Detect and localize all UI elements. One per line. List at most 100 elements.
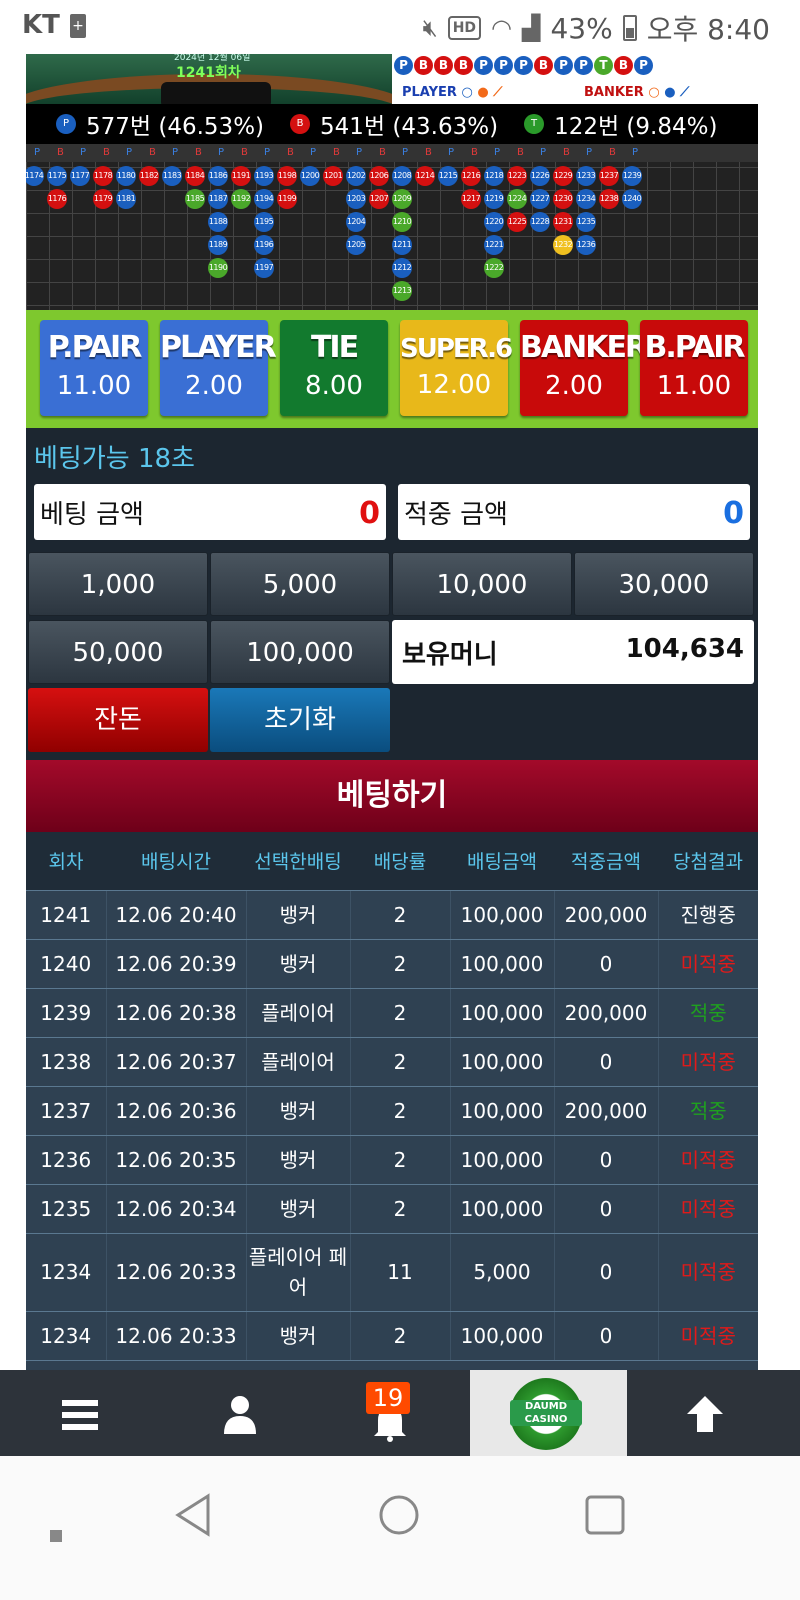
history-cell: 플레이어	[246, 1037, 351, 1087]
wallet-label: 보유머니	[402, 640, 498, 670]
menu-button[interactable]	[40, 1370, 120, 1456]
back-icon[interactable]	[170, 1492, 216, 1538]
road-cell: 1210	[392, 212, 412, 232]
chip-100000-button[interactable]: 100,000	[210, 620, 390, 684]
road-header-cell: B	[425, 147, 432, 158]
change-button[interactable]: 잔돈	[28, 688, 208, 752]
casino-logo-button[interactable]: DAUMD CASINO	[470, 1370, 627, 1456]
bet-label: B.PAIR	[644, 330, 746, 365]
history-cell: 진행중	[658, 890, 758, 940]
history-header-cell: 적중금액	[554, 832, 658, 891]
bet-tie-button[interactable]: TIE 8.00	[280, 320, 388, 416]
road-header-cell: B	[287, 147, 294, 158]
road-cell: 1219	[484, 189, 504, 209]
bead-row: PBBBPPPBPPTBP	[394, 56, 653, 75]
dealer-device	[161, 82, 271, 104]
user-icon	[224, 1396, 256, 1434]
scroll-top-button[interactable]	[665, 1370, 745, 1456]
road-cell: 1211	[392, 235, 412, 255]
wifi-icon: ◠	[491, 14, 512, 42]
chip-50000-button[interactable]: 50,000	[28, 620, 208, 684]
road-cell: 1208	[392, 166, 412, 186]
road-cell: 1239	[622, 166, 642, 186]
history-cell: 1235	[26, 1184, 107, 1234]
home-icon[interactable]	[376, 1492, 422, 1538]
road-cell: 1198	[277, 166, 297, 186]
history-cell: 0	[554, 1037, 659, 1087]
history-cell: 100,000	[450, 1037, 555, 1087]
road-header-cell: B	[57, 147, 64, 158]
place-bet-button[interactable]: 베팅하기	[26, 760, 758, 832]
history-cell: 12.06 20:35	[106, 1135, 247, 1185]
history-cell: 미적중	[658, 1311, 758, 1361]
table-row: 1238 12.06 20:37 플레이어 2 100,000 0 미적중	[26, 1037, 758, 1087]
bet-panel: 베팅가능 18초 베팅 금액 0 적중 금액 0 1,000 5,000 10,…	[26, 428, 758, 760]
history-cell: 미적중	[658, 939, 758, 989]
history-cell: 뱅커	[246, 1135, 351, 1185]
chip-5000-button[interactable]: 5,000	[210, 552, 390, 616]
history-cell: 뱅커	[246, 1086, 351, 1136]
history-cell: 뱅커	[246, 1311, 351, 1361]
road-cell: 1183	[162, 166, 182, 186]
history-cell: 200,000	[554, 988, 659, 1038]
overview-icon[interactable]	[582, 1492, 628, 1538]
bet-odds: 11.00	[656, 371, 732, 401]
road-cell: 1229	[553, 166, 573, 186]
road-cell: 1233	[576, 166, 596, 186]
reset-button[interactable]: 초기화	[210, 688, 390, 752]
road-cell: 1218	[484, 166, 504, 186]
road-cell: 1181	[116, 189, 136, 209]
road-header-cell: P	[540, 147, 547, 158]
road-cell: 1186	[208, 166, 228, 186]
road-cell: 1194	[254, 189, 274, 209]
bet-super-6-button[interactable]: SUPER.6 12.00	[400, 320, 513, 416]
recents-small-icon[interactable]	[48, 1528, 64, 1544]
road-cell: 1200	[300, 166, 320, 186]
history-header-cell: 배팅금액	[450, 832, 554, 891]
live-table-video[interactable]: 2024년 12월 06일 1241회차	[26, 54, 392, 104]
history-header-cell: 배당률	[350, 832, 450, 891]
table-row: 1235 12.06 20:34 뱅커 2 100,000 0 미적중	[26, 1184, 758, 1234]
history-cell: 100,000	[450, 1135, 555, 1185]
road-cell: 1203	[346, 189, 366, 209]
count-badge: B	[290, 114, 311, 134]
history-cell: 100,000	[450, 1184, 555, 1234]
bead-b: B	[454, 56, 473, 75]
chip-30000-button[interactable]: 30,000	[574, 552, 754, 616]
road-header-cell: P	[126, 147, 133, 158]
road-cell: 1182	[139, 166, 159, 186]
bead-b: B	[614, 56, 633, 75]
bet-amount-value: 0	[359, 496, 380, 531]
road-header-cell: P	[264, 147, 271, 158]
battery-percent: 43%	[550, 11, 613, 45]
bet-banker-button[interactable]: BANKER 2.00	[520, 320, 648, 416]
road-cell: 1227	[530, 189, 550, 209]
bet-p-pair-button[interactable]: P.PAIR 11.00	[40, 320, 148, 416]
bet-b-pair-button[interactable]: B.PAIR 11.00	[640, 320, 748, 416]
bead-p: P	[474, 56, 493, 75]
road-cell: 1190	[208, 258, 228, 278]
count-t: T 122번 (9.84%)	[524, 107, 717, 141]
wallet-value: 104,634	[625, 634, 744, 664]
history-cell: 1237	[26, 1086, 107, 1136]
road-header-cell: B	[471, 147, 478, 158]
road-cell: 1214	[415, 166, 435, 186]
count-text: 541번 (43.63%)	[320, 114, 499, 140]
win-amount-box: 적중 금액 0	[398, 484, 750, 540]
system-nav-bar	[0, 1456, 800, 1600]
profile-button[interactable]	[200, 1370, 280, 1456]
history-cell: 뱅커	[246, 939, 351, 989]
road-header-cell: P	[356, 147, 363, 158]
history-cell: 12.06 20:39	[106, 939, 247, 989]
history-cell: 12.06 20:34	[106, 1184, 247, 1234]
chip-1000-button[interactable]: 1,000	[28, 552, 208, 616]
signal-icon: ▟	[521, 14, 541, 42]
chip-10000-button[interactable]: 10,000	[392, 552, 572, 616]
bet-player-button[interactable]: PLAYER 2.00	[160, 320, 277, 416]
history-header-cell: 당첨결과	[658, 832, 758, 891]
road-cell: 1222	[484, 258, 504, 278]
bead-b: B	[434, 56, 453, 75]
history-cell: 1234	[26, 1233, 107, 1312]
table-row: 1236 12.06 20:35 뱅커 2 100,000 0 미적중	[26, 1135, 758, 1185]
road-header-cell: P	[218, 147, 225, 158]
